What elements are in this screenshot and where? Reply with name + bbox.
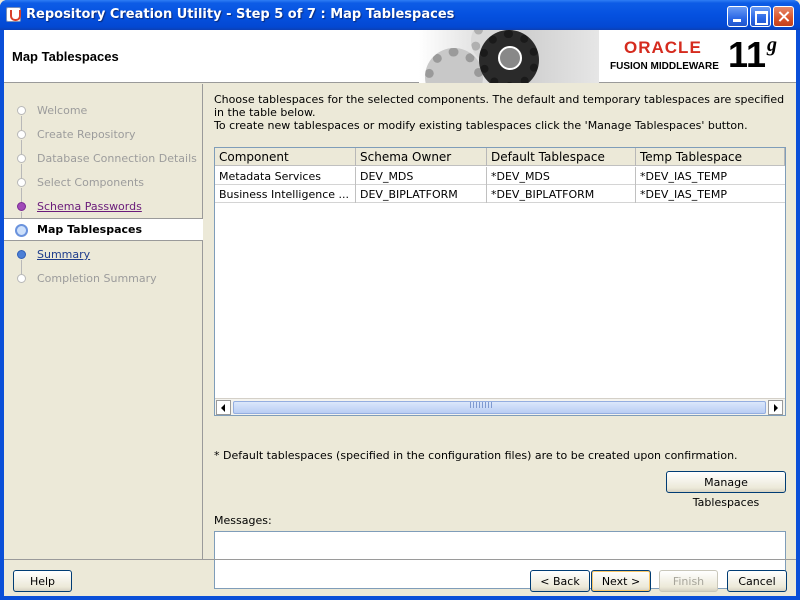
close-window-button[interactable] — [773, 6, 794, 27]
version-number: 11 — [728, 34, 767, 75]
horizontal-scrollbar[interactable] — [215, 398, 785, 415]
cancel-button[interactable]: Cancel — [727, 570, 787, 592]
nav-step-summary[interactable]: Summary — [4, 244, 203, 276]
nav-step-label: Select Components — [37, 176, 145, 189]
cell-component[interactable]: Metadata Services — [215, 167, 356, 185]
step-indicator-icon — [17, 202, 26, 211]
application-window: Repository Creation Utility - Step 5 of … — [0, 0, 800, 600]
instructions-line-1: Choose tablespaces for the selected comp… — [214, 93, 785, 119]
minimize-button[interactable] — [727, 6, 748, 27]
nav-step-label[interactable]: Schema Passwords — [37, 200, 142, 213]
finish-button: Finish — [659, 570, 718, 592]
column-header-schema-owner[interactable]: Schema Owner — [356, 148, 487, 166]
step-navigation: Welcome Create Repository Database Conne… — [4, 84, 203, 559]
scroll-left-button[interactable] — [216, 400, 231, 415]
table-row[interactable]: Metadata Services DEV_MDS *DEV_MDS *DEV_… — [215, 167, 785, 185]
cell-default-tablespace[interactable]: *DEV_MDS — [487, 167, 636, 185]
nav-step-label: Welcome — [37, 104, 88, 117]
cell-temp-tablespace[interactable]: *DEV_IAS_TEMP — [636, 185, 785, 203]
nav-step-label[interactable]: Summary — [37, 248, 90, 261]
cell-temp-tablespace[interactable]: *DEV_IAS_TEMP — [636, 167, 785, 185]
column-header-temp-tablespace[interactable]: Temp Tablespace — [636, 148, 785, 166]
version-suffix: g — [767, 34, 777, 56]
step-indicator-icon — [17, 106, 26, 115]
cell-schema-owner[interactable]: DEV_MDS — [356, 167, 487, 185]
step-indicator-icon — [17, 130, 26, 139]
button-bar: Help < Back Next > Finish Cancel — [4, 559, 796, 596]
cell-component[interactable]: Business Intelligence ... — [215, 185, 356, 203]
main-panel: Choose tablespaces for the selected comp… — [204, 84, 796, 589]
nav-step-completion-summary: Completion Summary — [4, 268, 203, 290]
table-header: Component Schema Owner Default Tablespac… — [215, 148, 785, 166]
nav-step-label: Create Repository — [37, 128, 136, 141]
gears-banner-image — [419, 30, 599, 83]
step-indicator-icon — [17, 250, 26, 259]
cell-schema-owner[interactable]: DEV_BIPLATFORM — [356, 185, 487, 203]
table-row[interactable]: Business Intelligence ... DEV_BIPLATFORM… — [215, 185, 785, 203]
scroll-thumb[interactable] — [233, 401, 766, 414]
current-step-indicator-icon — [15, 224, 28, 237]
nav-step-select-components: Select Components — [4, 172, 203, 204]
step-indicator-icon — [17, 274, 26, 283]
tablespace-table[interactable]: Component Schema Owner Default Tablespac… — [214, 147, 786, 416]
back-button[interactable]: < Back — [530, 570, 590, 592]
instructions-line-2: To create new tablespaces or modify exis… — [214, 119, 748, 132]
page-title: Map Tablespaces — [12, 49, 119, 64]
instructions: Choose tablespaces for the selected comp… — [214, 93, 789, 132]
nav-step-welcome: Welcome — [4, 100, 203, 132]
step-indicator-icon — [17, 154, 26, 163]
cell-default-tablespace[interactable]: *DEV_BIPLATFORM — [487, 185, 636, 203]
column-header-component[interactable]: Component — [215, 148, 356, 166]
messages-label: Messages: — [214, 514, 272, 527]
oracle-logo: ORACLE — [624, 38, 702, 57]
manage-tablespaces-button[interactable]: Manage Tablespaces — [666, 471, 786, 509]
window-title: Repository Creation Utility - Step 5 of … — [26, 7, 455, 22]
default-tablespace-note: * Default tablespaces (specified in the … — [214, 449, 738, 462]
nav-step-database-connection: Database Connection Details — [4, 148, 203, 180]
nav-step-schema-passwords[interactable]: Schema Passwords — [4, 196, 203, 228]
title-bar[interactable]: Repository Creation Utility - Step 5 of … — [0, 0, 800, 30]
nav-step-label: Map Tablespaces — [37, 223, 143, 236]
maximize-button[interactable] — [750, 6, 771, 27]
step-indicator-icon — [17, 178, 26, 187]
next-button[interactable]: Next > — [591, 570, 651, 592]
product-name: FUSION MIDDLEWARE — [610, 61, 719, 72]
nav-step-label: Completion Summary — [37, 272, 157, 285]
column-header-default-tablespace[interactable]: Default Tablespace — [487, 148, 636, 166]
nav-step-map-tablespaces: Map Tablespaces — [4, 218, 203, 241]
gear-hub-icon — [498, 46, 522, 70]
scroll-right-button[interactable] — [768, 400, 783, 415]
nav-step-create-repository: Create Repository — [4, 124, 203, 156]
wizard-header: Map Tablespaces ORACLE FUSION MIDDLEWARE… — [4, 30, 796, 83]
help-button[interactable]: Help — [13, 570, 72, 592]
nav-step-label: Database Connection Details — [37, 152, 197, 165]
scroll-grip-icon — [470, 402, 492, 408]
java-app-icon — [6, 7, 21, 22]
wizard-body: Map Tablespaces ORACLE FUSION MIDDLEWARE… — [4, 30, 796, 596]
